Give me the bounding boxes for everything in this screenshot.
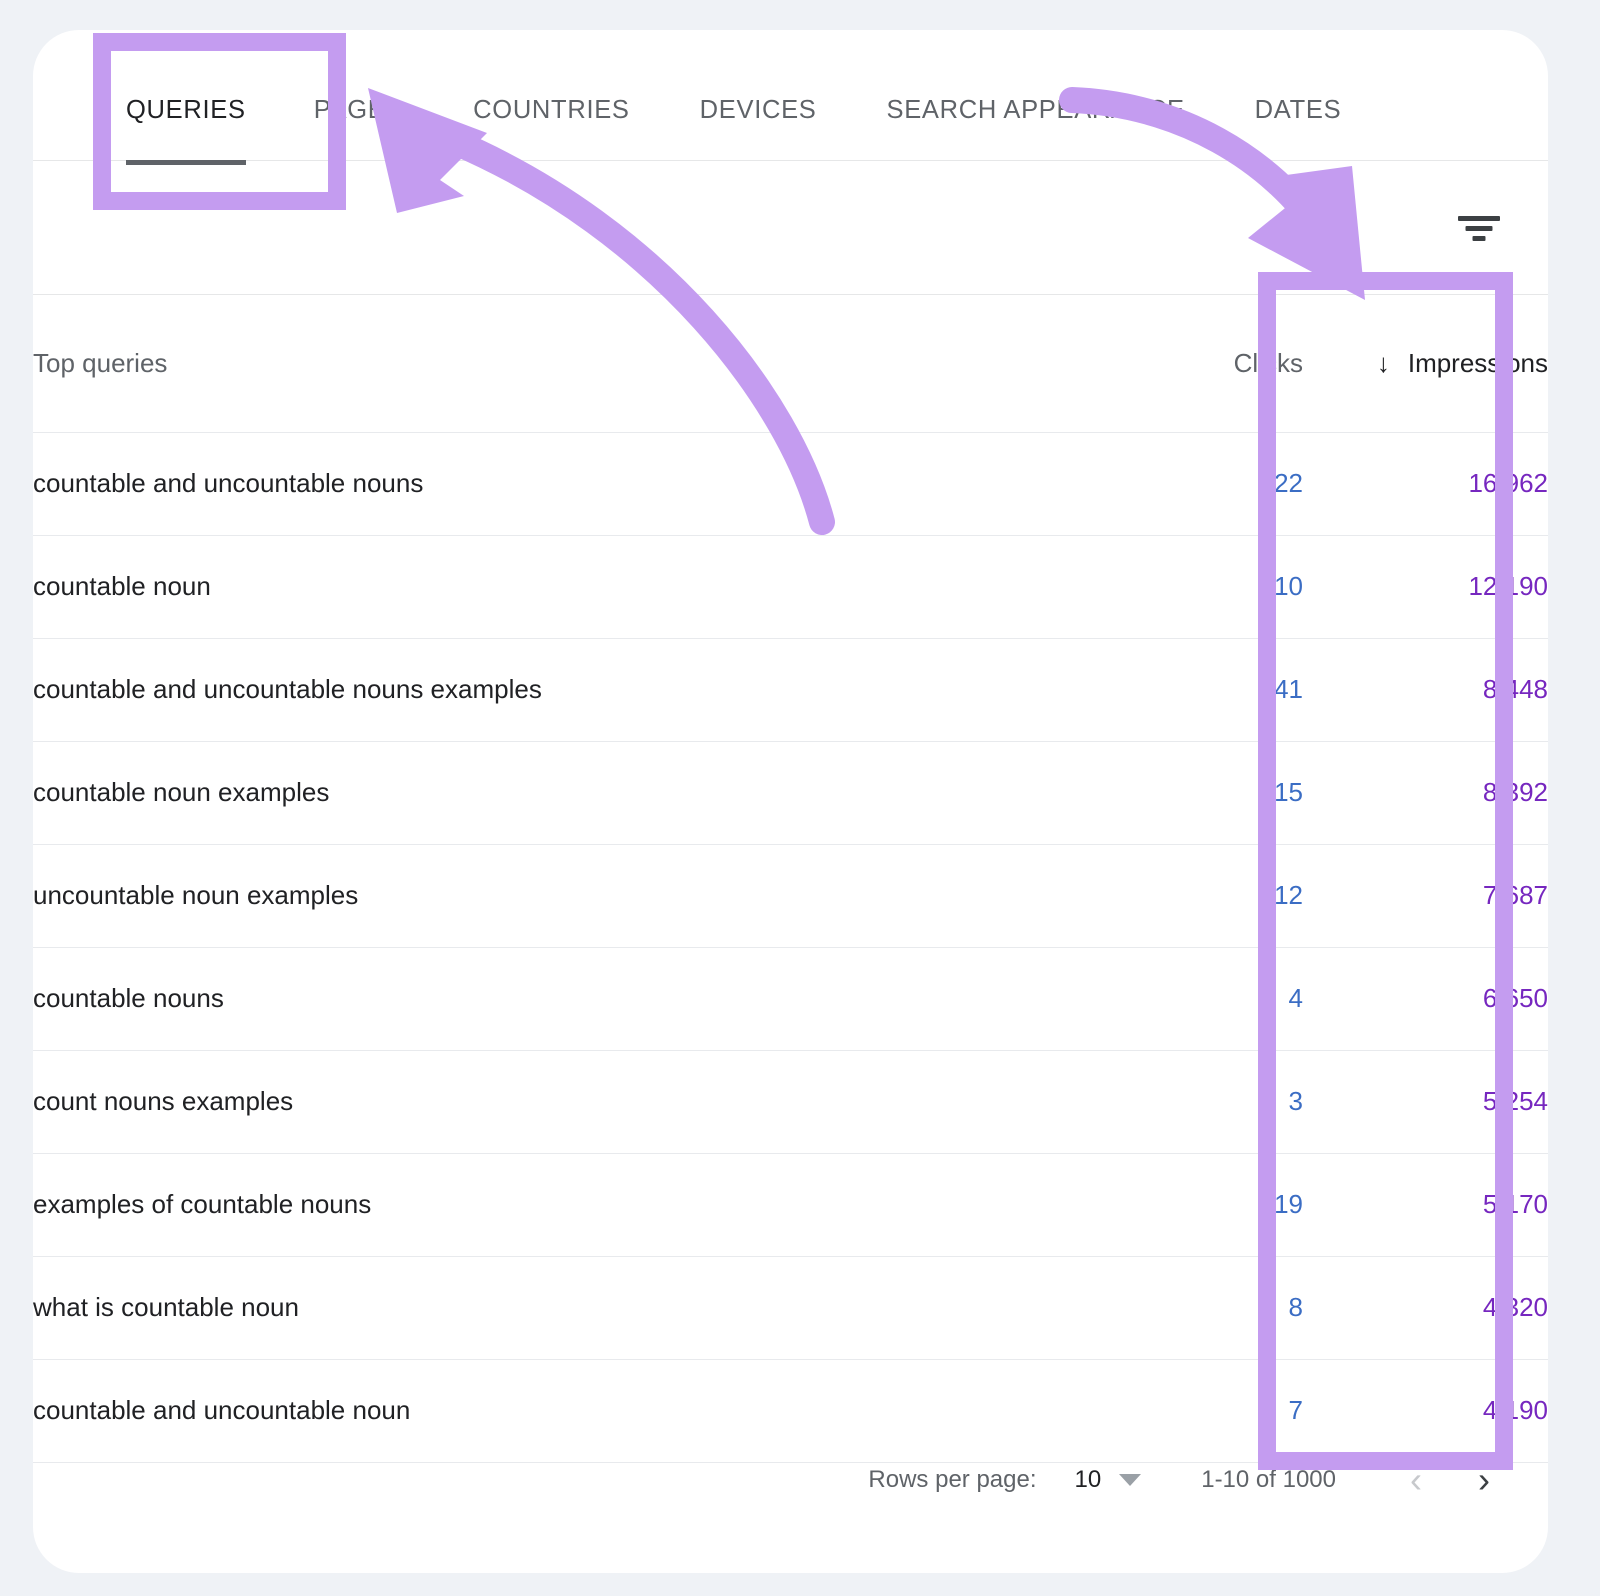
column-header-impressions[interactable]: ↓ Impressions (1303, 295, 1548, 432)
table-row[interactable]: what is countable noun 8 4,320 (33, 1256, 1548, 1359)
tab-countries-label: COUNTRIES (473, 96, 629, 124)
table-row[interactable]: countable and uncountable nouns 22 16,96… (33, 432, 1548, 535)
cell-clicks: 12 (1053, 844, 1303, 947)
cell-clicks: 22 (1053, 432, 1303, 535)
previous-page-button[interactable]: ‹ (1410, 1462, 1422, 1498)
cell-query: countable and uncountable nouns (33, 432, 1053, 535)
table-row[interactable]: countable noun 10 12,190 (33, 535, 1548, 638)
table-row[interactable]: examples of countable nouns 19 5,170 (33, 1153, 1548, 1256)
performance-table: Top queries Clicks ↓ Impressions countabl… (33, 295, 1548, 1463)
column-header-impressions-label: Impressions (1408, 348, 1548, 378)
cell-impressions: 5,170 (1303, 1153, 1548, 1256)
table-row[interactable]: count nouns examples 3 5,254 (33, 1050, 1548, 1153)
tab-countries[interactable]: COUNTRIES (473, 96, 629, 165)
next-page-button[interactable]: › (1478, 1462, 1490, 1498)
column-header-top-queries-label: Top queries (33, 348, 167, 378)
tab-search-appearance[interactable]: SEARCH APPEARANCE (887, 96, 1185, 165)
dimension-tab-bar: QUERIES PAGES COUNTRIES DEVICES SEARCH A… (33, 30, 1548, 161)
pagination-bar: Rows per page: 10 1-10 of 1000 ‹ › (33, 1445, 1548, 1515)
cell-impressions: 7,687 (1303, 844, 1548, 947)
cell-impressions: 4,320 (1303, 1256, 1548, 1359)
cell-query: count nouns examples (33, 1050, 1053, 1153)
screenshot-root: QUERIES PAGES COUNTRIES DEVICES SEARCH A… (0, 0, 1600, 1596)
column-header-clicks[interactable]: Clicks (1053, 295, 1303, 432)
cell-clicks: 15 (1053, 741, 1303, 844)
column-header-top-queries[interactable]: Top queries (33, 295, 1053, 432)
cell-query: countable noun (33, 535, 1053, 638)
search-console-performance-card: QUERIES PAGES COUNTRIES DEVICES SEARCH A… (33, 30, 1548, 1573)
table-row[interactable]: countable noun examples 15 8,392 (33, 741, 1548, 844)
filter-icon-bar-1 (1458, 216, 1500, 221)
cell-impressions: 12,190 (1303, 535, 1548, 638)
cell-clicks: 41 (1053, 638, 1303, 741)
cell-query: uncountable noun examples (33, 844, 1053, 947)
rows-per-page-value[interactable]: 10 (1075, 1466, 1102, 1494)
table-row[interactable]: countable nouns 4 6,650 (33, 947, 1548, 1050)
tab-pages-label: PAGES (314, 96, 403, 124)
tab-devices[interactable]: DEVICES (700, 96, 817, 165)
cell-impressions: 5,254 (1303, 1050, 1548, 1153)
table-body: countable and uncountable nouns 22 16,96… (33, 432, 1548, 1462)
sort-descending-icon: ↓ (1377, 348, 1390, 379)
cell-query: what is countable noun (33, 1256, 1053, 1359)
filter-icon-bar-2 (1466, 226, 1493, 231)
tab-pages[interactable]: PAGES (314, 96, 403, 165)
rows-per-page-label: Rows per page: (868, 1466, 1036, 1494)
cell-query: countable and uncountable nouns examples (33, 638, 1053, 741)
tab-dates[interactable]: DATES (1255, 96, 1342, 165)
table-row[interactable]: uncountable noun examples 12 7,687 (33, 844, 1548, 947)
cell-query: countable nouns (33, 947, 1053, 1050)
cell-clicks: 4 (1053, 947, 1303, 1050)
table-header-row: Top queries Clicks ↓ Impressions (33, 295, 1548, 432)
tab-queries[interactable]: QUERIES (126, 96, 246, 165)
tab-search-appearance-label: SEARCH APPEARANCE (887, 96, 1185, 124)
filter-icon[interactable] (1458, 211, 1500, 245)
chevron-down-icon[interactable] (1119, 1474, 1141, 1486)
tab-queries-label: QUERIES (126, 96, 246, 124)
cell-clicks: 19 (1053, 1153, 1303, 1256)
column-header-clicks-label: Clicks (1234, 348, 1303, 378)
table-row[interactable]: countable and uncountable nouns examples… (33, 638, 1548, 741)
cell-clicks: 3 (1053, 1050, 1303, 1153)
pagination-range-label: 1-10 of 1000 (1201, 1466, 1336, 1494)
tab-dates-label: DATES (1255, 96, 1342, 124)
table-toolbar (33, 161, 1548, 295)
cell-impressions: 6,650 (1303, 947, 1548, 1050)
cell-impressions: 8,392 (1303, 741, 1548, 844)
table-header: Top queries Clicks ↓ Impressions (33, 295, 1548, 432)
filter-icon-bar-3 (1473, 236, 1486, 241)
tab-devices-label: DEVICES (700, 96, 817, 124)
cell-clicks: 10 (1053, 535, 1303, 638)
cell-impressions: 16,962 (1303, 432, 1548, 535)
cell-query: countable noun examples (33, 741, 1053, 844)
cell-clicks: 8 (1053, 1256, 1303, 1359)
cell-query: examples of countable nouns (33, 1153, 1053, 1256)
cell-impressions: 8,448 (1303, 638, 1548, 741)
